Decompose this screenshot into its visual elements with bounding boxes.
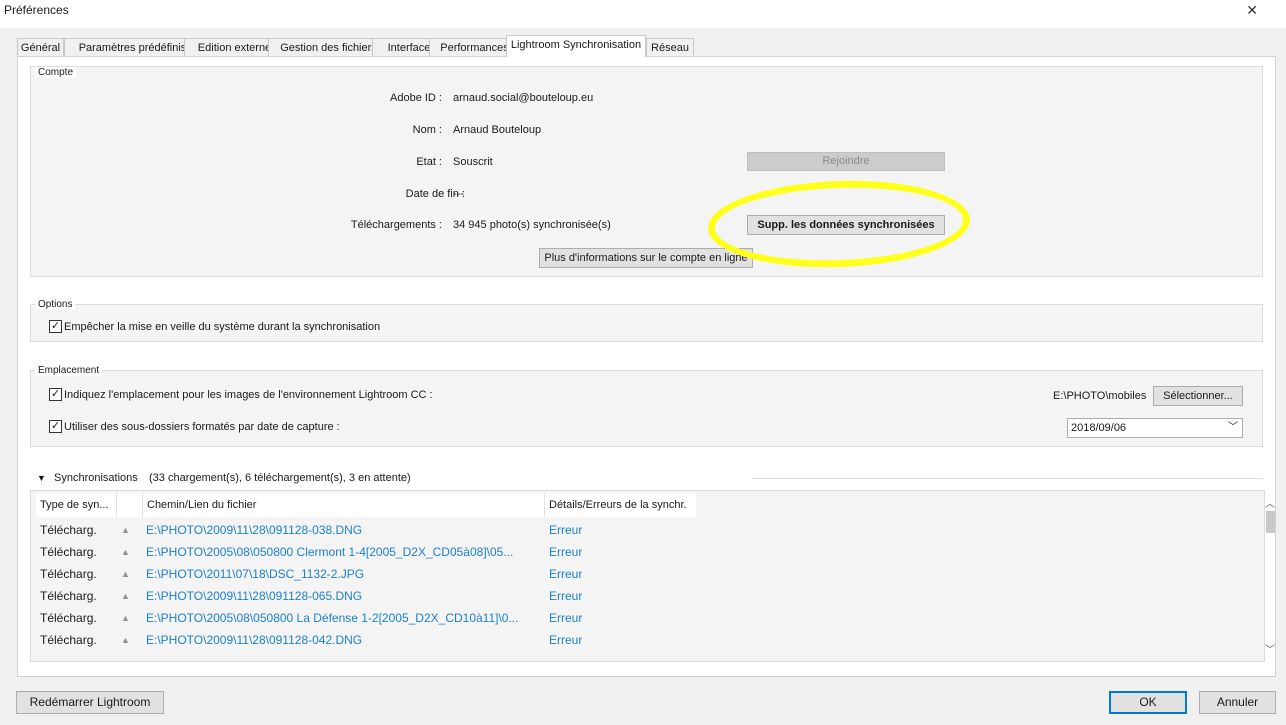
title-bar: Préférences ✕: [0, 0, 1286, 28]
location-legend: Emplacement: [35, 365, 103, 376]
row-path[interactable]: E:\PHOTO\2009\11\28\091128-038.DNG: [146, 519, 541, 541]
row-type: Télécharg.: [40, 611, 97, 625]
sync-title: Synchronisations: [54, 472, 138, 484]
sync-table: Type de syn... Chemin/Lien du fichier Dé…: [30, 490, 1265, 662]
table-row[interactable]: Télécharg. ▲ E:\PHOTO\2005\08\050800 La …: [36, 607, 1236, 629]
window-title: Préférences: [4, 3, 69, 17]
row-path[interactable]: E:\PHOTO\2009\11\28\091128-042.DNG: [146, 629, 541, 651]
scroll-up-icon[interactable]: ︿: [1265, 495, 1275, 510]
date-format-value: 2018/09/06: [1071, 422, 1127, 434]
col-header-type[interactable]: Type de syn...: [36, 493, 117, 517]
col-header-direction[interactable]: [117, 493, 143, 517]
row-path[interactable]: E:\PHOTO\2009\11\28\091128-065.DNG: [146, 585, 541, 607]
specify-location-label: Indiquez l'emplacement pour les images d…: [64, 389, 433, 401]
prevent-sleep-label: Empêcher la mise en veille du système du…: [64, 321, 381, 333]
sync-collapse-toggle[interactable]: ▼: [37, 472, 46, 484]
more-info-button[interactable]: Plus d'informations sur le compte en lig…: [539, 248, 753, 268]
tab-presets[interactable]: Paramètres prédéfinis: [64, 38, 201, 57]
join-button[interactable]: Rejoindre: [747, 152, 945, 171]
table-row[interactable]: Télécharg. ▲ E:\PHOTO\2009\11\28\091128-…: [36, 519, 1236, 541]
end-date-label: Date de fin :: [405, 188, 465, 200]
select-folder-button[interactable]: Sélectionner...: [1153, 386, 1243, 406]
adobe-id-label: Adobe ID :: [390, 92, 442, 104]
table-row[interactable]: Télécharg. ▲ E:\PHOTO\2009\11\28\091128-…: [36, 629, 1236, 651]
close-icon[interactable]: ✕: [1246, 2, 1258, 19]
account-group: [30, 66, 1263, 277]
adobe-id-value: arnaud.social@bouteloup.eu: [453, 92, 594, 104]
tab-file-handling[interactable]: Gestion des fichiers: [268, 38, 389, 57]
upload-arrow-icon: ▲: [121, 525, 130, 535]
scroll-thumb[interactable]: [1266, 511, 1275, 533]
location-path: E:\PHOTO\mobiles: [1053, 390, 1147, 402]
row-path[interactable]: E:\PHOTO\2005\08\050800 Clermont 1-4[200…: [146, 541, 541, 563]
cancel-button[interactable]: Annuler: [1199, 691, 1276, 714]
upload-arrow-icon: ▲: [121, 613, 130, 623]
restart-lightroom-button[interactable]: Redémarrer Lightroom: [16, 691, 164, 714]
ok-button[interactable]: OK: [1109, 691, 1187, 714]
row-status[interactable]: Erreur: [549, 541, 582, 563]
row-type: Télécharg.: [40, 633, 97, 647]
col-header-details[interactable]: Détails/Erreurs de la synchr.: [545, 493, 696, 517]
end-date-value: ---: [453, 188, 464, 200]
row-type: Télécharg.: [40, 523, 97, 537]
triangle-down-icon: ▼: [37, 473, 46, 483]
sync-table-scrollbar[interactable]: ︿ ﹀: [1262, 495, 1278, 657]
scroll-down-icon[interactable]: ﹀: [1265, 641, 1275, 656]
row-type: Télécharg.: [40, 545, 97, 559]
sync-summary: (33 chargement(s), 6 téléchargement(s), …: [149, 472, 411, 484]
sync-separator: [752, 478, 1263, 479]
name-label: Nom :: [412, 124, 442, 136]
subfolders-label: Utiliser des sous-dossiers formatés par …: [64, 421, 340, 433]
row-path[interactable]: E:\PHOTO\2005\08\050800 La Défense 1-2[2…: [146, 607, 541, 629]
table-row[interactable]: Télécharg. ▲ E:\PHOTO\2009\11\28\091128-…: [36, 585, 1236, 607]
row-type: Télécharg.: [40, 589, 97, 603]
date-format-select[interactable]: 2018/09/06 ﹀: [1067, 418, 1243, 438]
row-status[interactable]: Erreur: [549, 519, 582, 541]
downloads-label: Téléchargements :: [350, 219, 442, 231]
chevron-down-icon: ﹀: [1228, 422, 1238, 433]
account-legend: Compte: [35, 67, 77, 78]
subfolders-checkbox[interactable]: ✓: [49, 420, 62, 433]
options-legend: Options: [35, 299, 76, 310]
prevent-sleep-checkbox[interactable]: ✓: [49, 320, 62, 333]
state-label: Etat :: [416, 156, 442, 168]
tab-network[interactable]: Réseau: [646, 38, 694, 57]
tab-general[interactable]: Général: [17, 38, 64, 57]
name-value: Arnaud Bouteloup: [453, 124, 542, 136]
upload-arrow-icon: ▲: [121, 569, 130, 579]
table-row[interactable]: Télécharg. ▲ E:\PHOTO\2005\08\050800 Cle…: [36, 541, 1236, 563]
row-status[interactable]: Erreur: [549, 629, 582, 651]
row-path[interactable]: E:\PHOTO\2011\07\18\DSC_1132-2.JPG: [146, 563, 541, 585]
downloads-value: 34 945 photo(s) synchronisée(s): [453, 219, 611, 231]
row-type: Télécharg.: [40, 567, 97, 581]
row-status[interactable]: Erreur: [549, 585, 582, 607]
row-status[interactable]: Erreur: [549, 607, 582, 629]
state-value: Souscrit: [453, 156, 493, 168]
col-header-path[interactable]: Chemin/Lien du fichier: [143, 493, 545, 517]
row-status[interactable]: Erreur: [549, 563, 582, 585]
tab-lightroom-sync[interactable]: Lightroom Synchronisation: [506, 35, 646, 57]
upload-arrow-icon: ▲: [121, 635, 130, 645]
upload-arrow-icon: ▲: [121, 547, 130, 557]
upload-arrow-icon: ▲: [121, 591, 130, 601]
delete-synced-data-button[interactable]: Supp. les données synchronisées: [747, 215, 945, 235]
sync-table-header: Type de syn... Chemin/Lien du fichier Dé…: [36, 493, 696, 517]
specify-location-checkbox[interactable]: ✓: [49, 388, 62, 401]
table-row[interactable]: Télécharg. ▲ E:\PHOTO\2011\07\18\DSC_113…: [36, 563, 1236, 585]
